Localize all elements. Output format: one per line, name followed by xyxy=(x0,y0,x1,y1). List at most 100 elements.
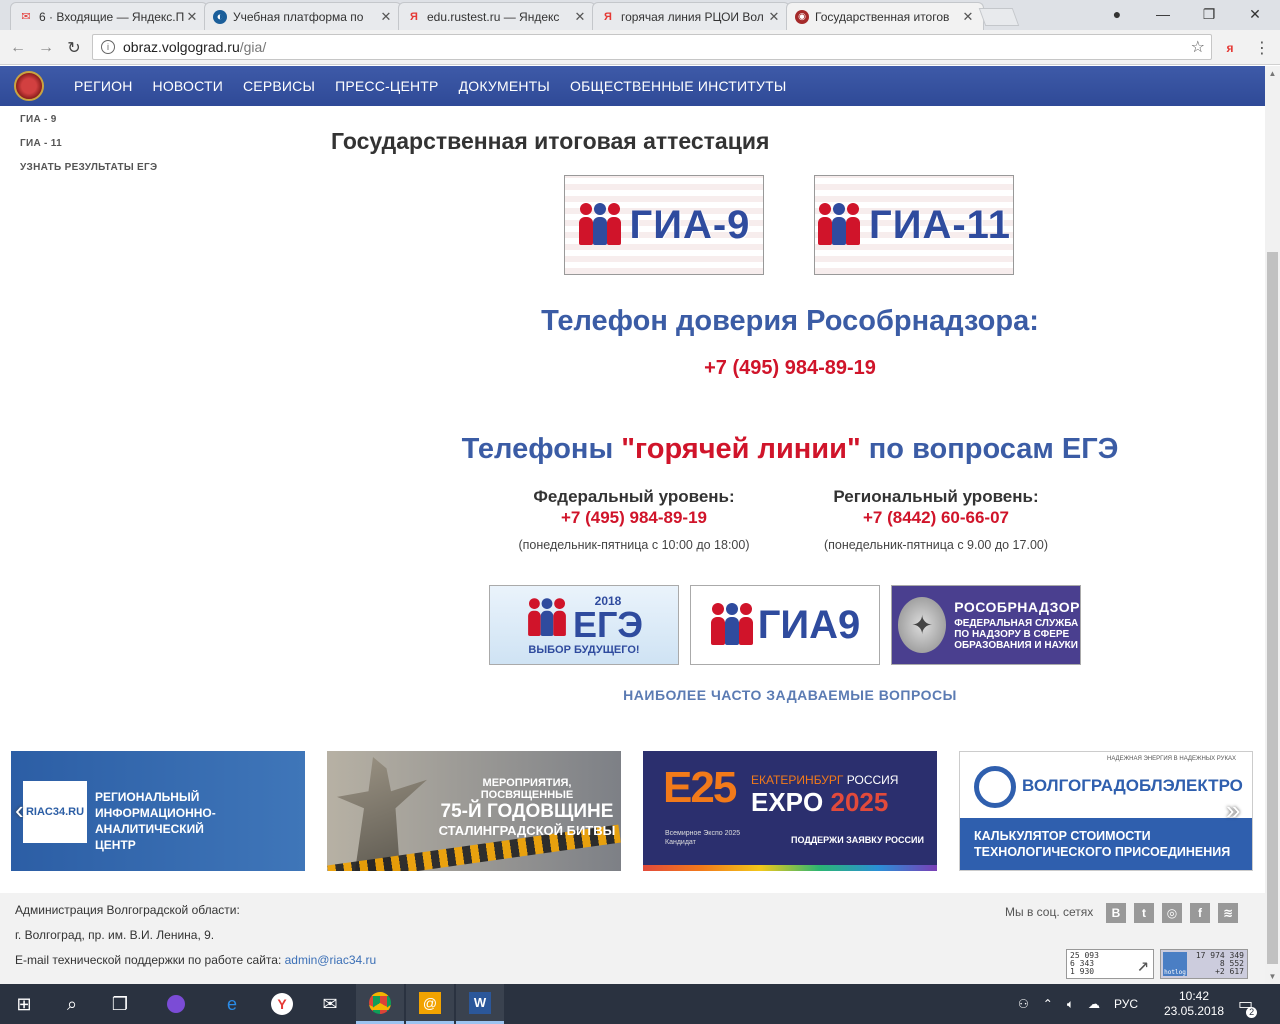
browser-tab[interactable]: ✉ 6 · Входящие — Яндекс.П ✕ xyxy=(10,2,208,30)
footer-address: г. Волгоград, пр. им. В.И. Ленина, 9. xyxy=(15,928,215,942)
close-window-icon[interactable]: ✕ xyxy=(1232,0,1278,28)
support-email-link[interactable]: admin@riac34.ru xyxy=(285,953,377,967)
hotlog-logo: hotlog xyxy=(1163,952,1187,976)
url-host: obraz.volgograd.ru xyxy=(123,39,240,55)
yandex-browser-icon[interactable]: Y xyxy=(258,984,306,1024)
coat-of-arms-logo[interactable] xyxy=(14,71,44,101)
new-tab-button[interactable] xyxy=(978,8,1020,26)
network-icon[interactable]: ☁︎ xyxy=(1088,997,1100,1011)
nav-item-news[interactable]: НОВОСТИ xyxy=(143,78,233,94)
facebook-icon[interactable]: f xyxy=(1190,903,1210,923)
ie-icon[interactable]: e xyxy=(208,984,256,1024)
ege-2018-banner[interactable]: 2018 ЕГЭ ВЫБОР БУДУЩЕГО! xyxy=(489,585,679,665)
microphone-icon[interactable] xyxy=(152,984,200,1024)
expo-2025-banner[interactable]: E25 ЕКАТЕРИНБУРГ РОССИЯ EXPO 2025 Всемир… xyxy=(643,751,937,871)
gia11-banner-label: ГИА-11 xyxy=(869,202,1011,247)
yandex-extension-icon[interactable]: я xyxy=(1218,36,1242,60)
tab-title: 6 · Входящие — Яндекс.П xyxy=(39,9,185,24)
trust-phone-title: Телефон доверия Рособрнадзора: xyxy=(541,305,1039,337)
gia9-small-banner-text: ГИА9 xyxy=(757,602,861,647)
hotlog-counter[interactable]: hotlog 17 974 349 8 552 +2 617 xyxy=(1160,949,1248,979)
volgogradoblelektro-banner[interactable]: НАДЕЖНАЯ ЭНЕРГИЯ В НАДЕЖНЫХ РУКАХ ВОЛГОГ… xyxy=(959,751,1253,871)
clock-date: 23.05.2018 xyxy=(1163,1004,1225,1018)
vge-line: ТЕХНОЛОГИЧЕСКОГО ПРИСОЕДИНЕНИЯ xyxy=(974,845,1231,859)
menu-icon[interactable]: ⋮ xyxy=(1250,36,1274,60)
ege-hotline-title: Телефоны "горячей линии" по вопросам ЕГЭ xyxy=(0,433,1280,466)
ege-title-text: по вопросам ЕГЭ xyxy=(860,433,1119,465)
site-icon: ◉ xyxy=(795,9,809,24)
restore-icon[interactable]: ❐ xyxy=(1186,0,1232,28)
word-icon[interactable]: W xyxy=(456,984,504,1024)
close-tab-icon[interactable]: ✕ xyxy=(379,9,393,25)
sidebar-item-ege-results[interactable]: УЗНАТЬ РЕЗУЛЬТАТЫ ЕГЭ xyxy=(20,160,157,184)
browser-tab[interactable]: Я горячая линия РЦОИ Вол ✕ xyxy=(592,2,790,30)
windows-start-icon[interactable]: ⊞ xyxy=(0,984,48,1024)
info-icon[interactable]: i xyxy=(101,40,115,54)
gia9-banner-label: ГИА-9 xyxy=(629,202,751,247)
faq-link[interactable]: НАИБОЛЕЕ ЧАСТО ЗАДАВАЕМЫЕ ВОПРОСЫ xyxy=(0,687,1280,703)
federal-level-hours: (понедельник-пятница с 10:00 до 18:00) xyxy=(518,538,750,552)
gia9-banner[interactable]: ГИА-9 xyxy=(564,175,764,275)
people-logo-icon xyxy=(817,203,861,247)
regional-level-phone: +7 (8442) 60-66-07 xyxy=(862,508,1010,527)
browser-tab-active[interactable]: ◉ Государственная итогов ✕ xyxy=(786,2,984,30)
back-icon[interactable]: ← xyxy=(6,36,30,60)
riac-line: ИНФОРМАЦИОННО-АНАЛИТИЧЕСКИЙ xyxy=(95,806,216,836)
people-icon[interactable]: ⚇ xyxy=(1018,997,1029,1011)
ege-title-text: Телефоны xyxy=(461,433,622,465)
rss-icon[interactable]: ≋ xyxy=(1218,903,1238,923)
close-tab-icon[interactable]: ✕ xyxy=(185,9,199,25)
profile-icon[interactable]: ● xyxy=(1094,0,1140,28)
close-tab-icon[interactable]: ✕ xyxy=(767,9,781,25)
vk-icon[interactable]: В xyxy=(1106,903,1126,923)
minimize-icon[interactable]: — xyxy=(1140,0,1186,28)
nav-item-press-center[interactable]: ПРЕСС-ЦЕНТР xyxy=(325,78,449,94)
gia11-banner[interactable]: ГИА-11 xyxy=(814,175,1014,275)
language-indicator[interactable]: РУС xyxy=(1114,997,1138,1011)
search-icon[interactable]: ⌕ xyxy=(48,984,96,1024)
people-logo-icon xyxy=(710,603,754,647)
task-view-icon[interactable]: ❐ xyxy=(96,984,144,1024)
browser-tab[interactable]: Я edu.rustest.ru — Яндекс ✕ xyxy=(398,2,596,30)
chevron-up-icon[interactable]: ⌃ xyxy=(1043,997,1053,1011)
close-tab-icon[interactable]: ✕ xyxy=(573,9,587,25)
visit-counter[interactable]: 25 093 6 343 1 930 ↗ xyxy=(1066,949,1154,979)
sidebar-item-gia9[interactable]: ГИА - 9 xyxy=(20,112,157,136)
nav-item-documents[interactable]: ДОКУМЕНТЫ xyxy=(449,78,560,94)
nav-item-region[interactable]: РЕГИОН xyxy=(64,78,143,94)
mail-agent-icon[interactable]: @ xyxy=(406,984,454,1024)
federal-level-phone: +7 (495) 984-89-19 xyxy=(560,508,708,527)
action-center-icon[interactable]: ▭ 2 xyxy=(1238,984,1258,1024)
vge-tagline: НАДЕЖНАЯ ЭНЕРГИЯ В НАДЕЖНЫХ РУКАХ xyxy=(1107,756,1236,762)
stalingrad-line: 75-Й ГОДОВЩИНЕ xyxy=(440,801,614,822)
rosobrnadzor-banner[interactable]: ✦ РОСОБРНАДЗОР ФЕДЕРАЛЬНАЯ СЛУЖБА ПО НАД… xyxy=(891,585,1081,665)
riac-banner[interactable]: RIAC34.RU РЕГИОНАЛЬНЫЙ ИНФОРМАЦИОННО-АНА… xyxy=(11,751,305,871)
close-tab-icon[interactable]: ✕ xyxy=(961,9,975,25)
browser-tab[interactable]: ◐ Учебная платформа по ✕ xyxy=(204,2,402,30)
sidebar-item-gia11[interactable]: ГИА - 11 xyxy=(20,136,157,160)
arrow-up-right-icon: ↗ xyxy=(1136,952,1149,976)
nav-item-services[interactable]: СЕРВИСЫ xyxy=(233,78,325,94)
expo-year: 2025 xyxy=(830,787,889,817)
page-scrollbar[interactable]: ▲ ▼ xyxy=(1265,66,1280,984)
twitter-icon[interactable]: t xyxy=(1134,903,1154,923)
carousel-prev-icon[interactable]: ‹ xyxy=(15,795,24,826)
clock[interactable]: 10:42 23.05.2018 xyxy=(1164,984,1224,1024)
scroll-down-arrow-icon[interactable]: ▼ xyxy=(1265,969,1280,984)
address-bar[interactable]: i obraz.volgograd.ru/gia/ ☆ xyxy=(92,34,1212,60)
gia9-small-banner[interactable]: ГИА9 xyxy=(690,585,880,665)
url-path: /gia/ xyxy=(239,39,267,55)
yandex-icon: Я xyxy=(410,10,418,23)
bookmark-star-icon[interactable]: ☆ xyxy=(1191,37,1205,57)
scroll-up-arrow-icon[interactable]: ▲ xyxy=(1265,66,1280,81)
nav-item-public-institutes[interactable]: ОБЩЕСТВЕННЫЕ ИНСТИТУТЫ xyxy=(560,78,796,94)
stalingrad-banner[interactable]: МЕРОПРИЯТИЯ, ПОСВЯЩЕННЫЕ 75-Й ГОДОВЩИНЕ … xyxy=(327,751,621,871)
forward-icon[interactable]: → xyxy=(34,36,58,60)
reload-icon[interactable]: ↻ xyxy=(62,36,86,60)
volume-icon[interactable]: 🔈︎ xyxy=(1067,997,1074,1012)
chrome-icon[interactable] xyxy=(356,984,404,1024)
mail-app-icon[interactable]: ✉ xyxy=(306,984,354,1024)
footer-support-label: E-mail технической поддержки по работе с… xyxy=(15,953,285,967)
instagram-icon[interactable]: ◎ xyxy=(1162,903,1182,923)
carousel-next-icon[interactable]: » xyxy=(1226,795,1240,826)
